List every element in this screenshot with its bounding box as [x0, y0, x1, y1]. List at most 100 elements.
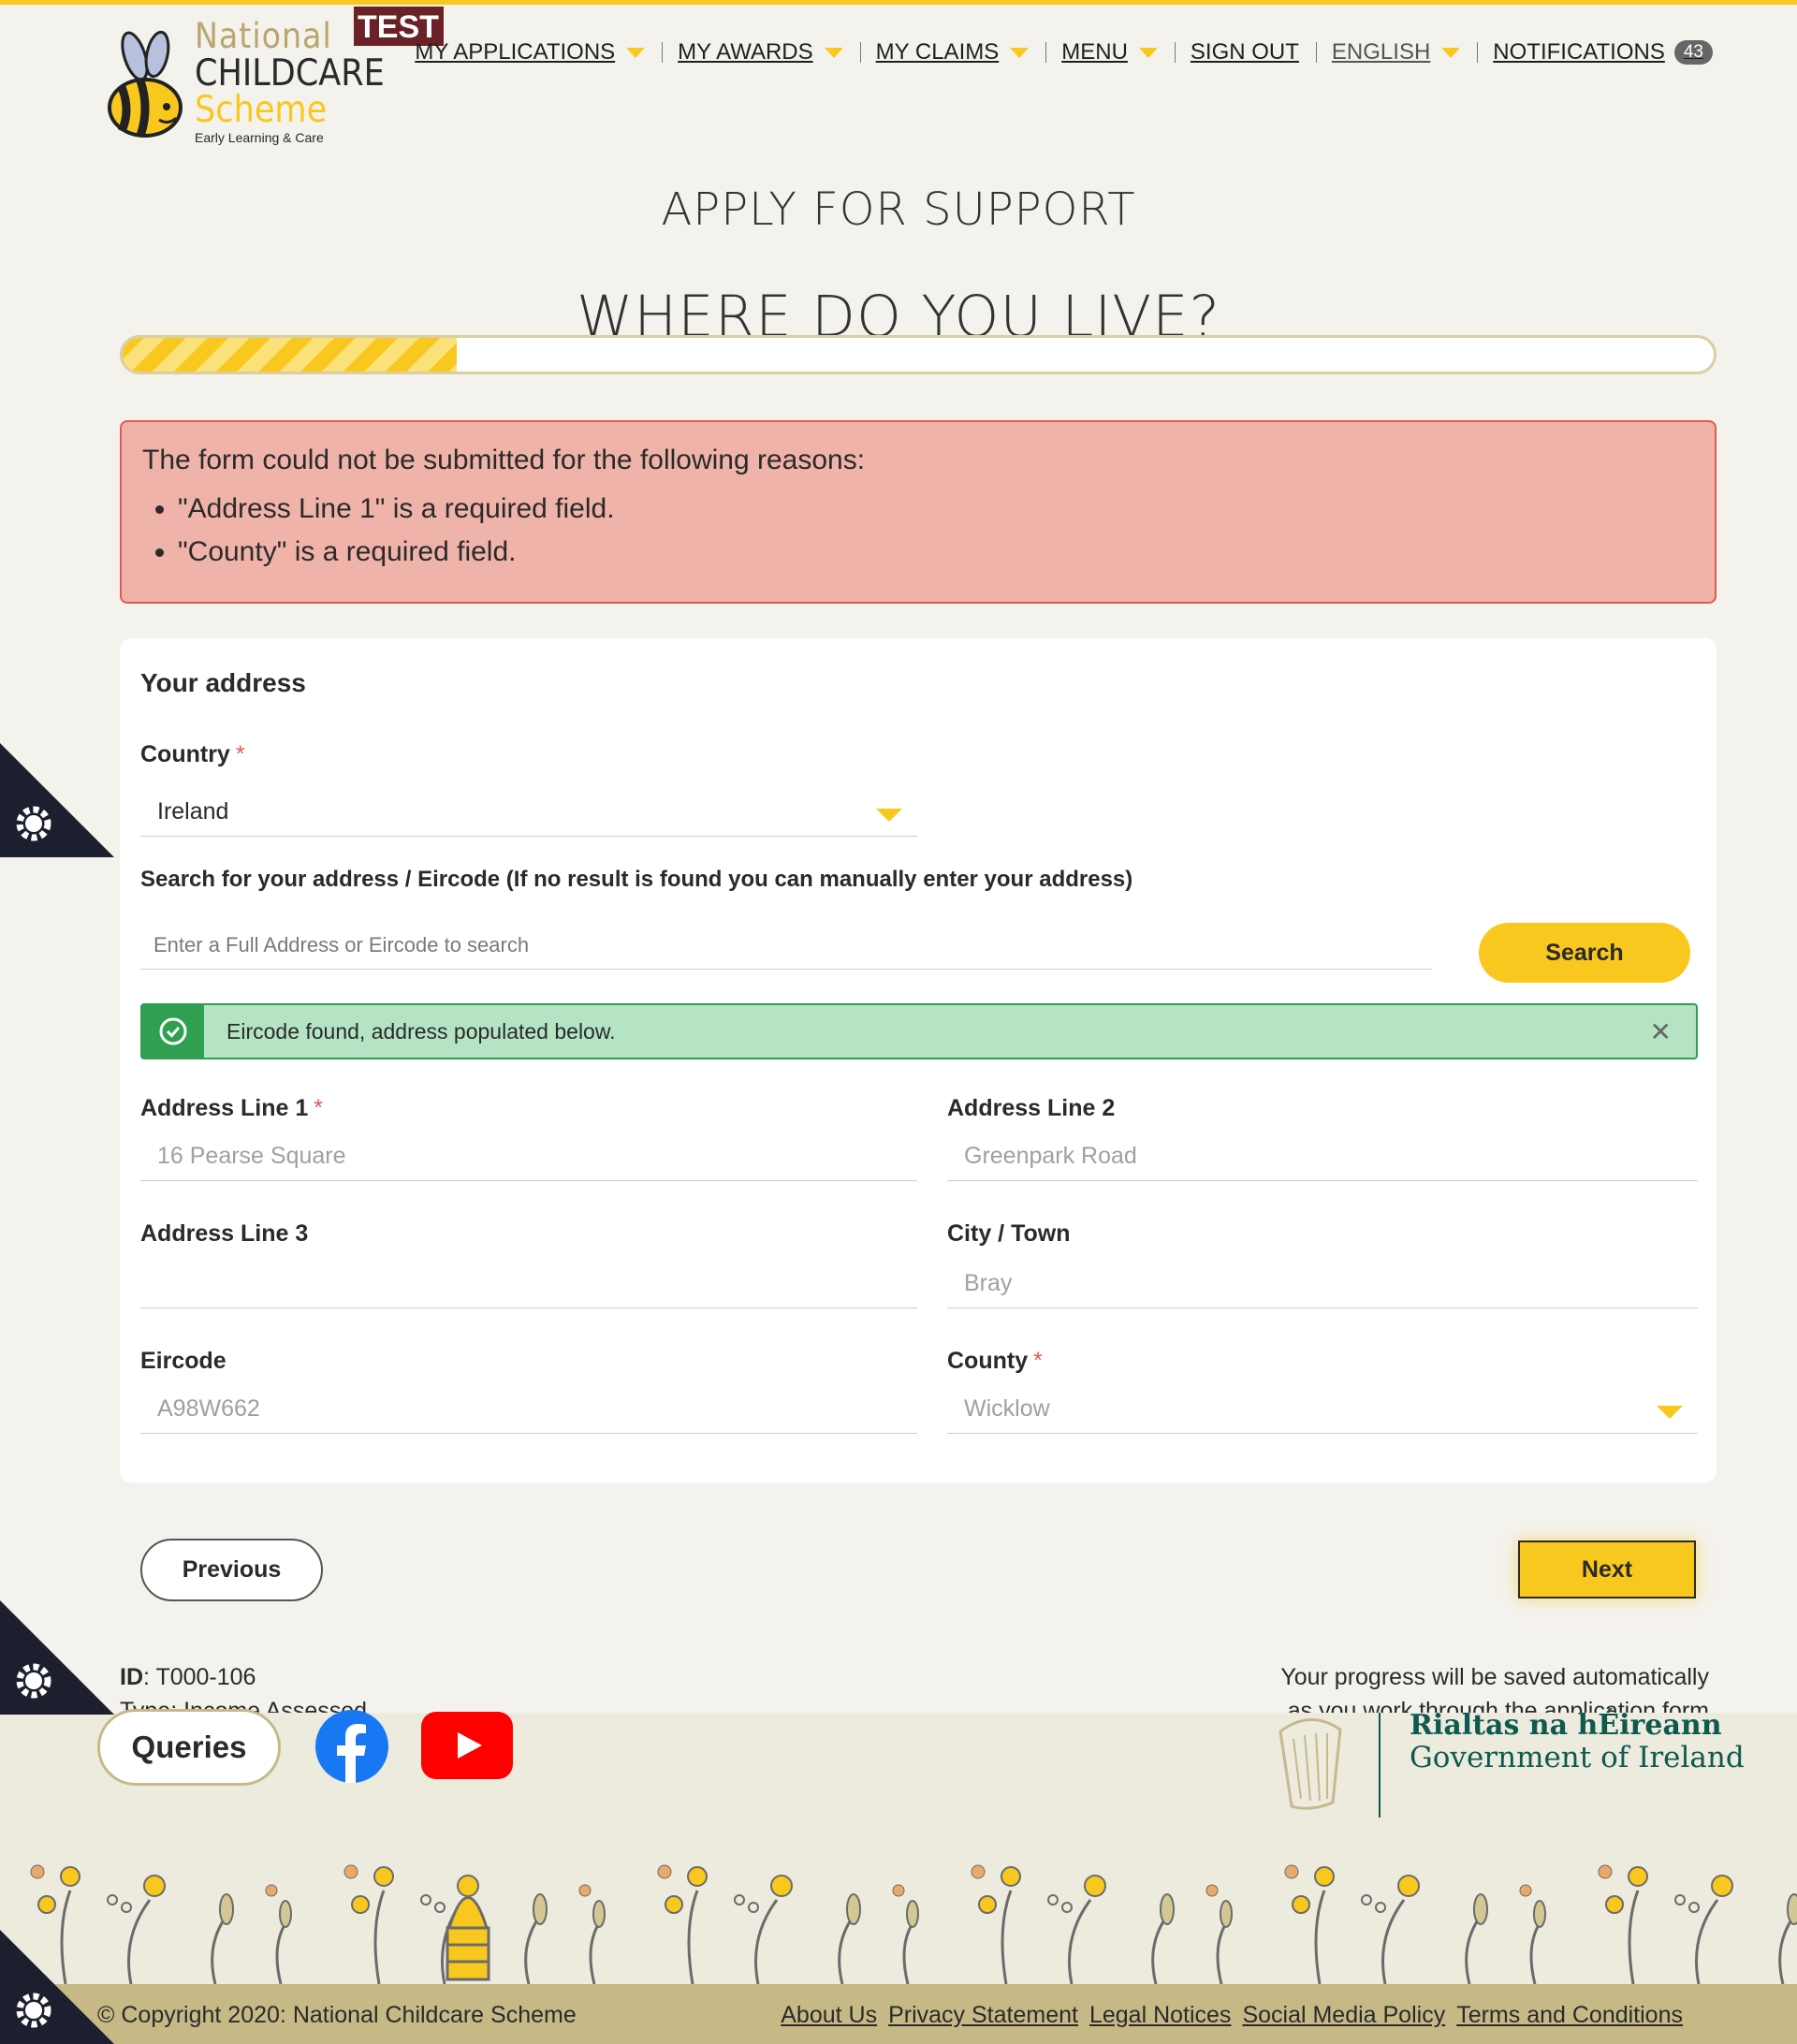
- address-line-2-label: Address Line 2: [947, 1095, 1115, 1122]
- required-marker: *: [1033, 1348, 1043, 1374]
- main-navigation: MY APPLICATIONS MY AWARDS MY CLAIMS MENU…: [415, 39, 1713, 66]
- application-id-value: : T000-106: [143, 1664, 256, 1690]
- error-list: "Address Line 1" is a required field. "C…: [142, 493, 1694, 568]
- accessibility-gear-icon[interactable]: [0, 743, 114, 857]
- address-form-card: Your address Country * Ireland Search for…: [120, 638, 1717, 1482]
- nav-divider: [859, 42, 861, 63]
- success-alert: Eircode found, address populated below. …: [140, 1003, 1698, 1059]
- nav-my-applications[interactable]: MY APPLICATIONS: [415, 39, 646, 66]
- notification-count-badge: 43: [1673, 40, 1713, 65]
- brand-line-scheme: Scheme: [195, 89, 328, 131]
- county-select-value: Wicklow: [964, 1395, 1050, 1422]
- copyright-text: © Copyright 2020: National Childcare Sch…: [97, 2002, 577, 2028]
- footer-link-about-us[interactable]: About Us: [781, 2002, 877, 2029]
- label-text: Country: [140, 741, 230, 767]
- required-marker: *: [314, 1095, 323, 1121]
- queries-button[interactable]: Queries: [97, 1709, 281, 1786]
- previous-button[interactable]: Previous: [140, 1539, 323, 1601]
- nav-divider: [662, 42, 664, 63]
- label-text: Address Line 3: [140, 1220, 309, 1247]
- brand-line-tagline: Early Learning & Care: [195, 130, 324, 145]
- youtube-icon[interactable]: [421, 1712, 513, 1779]
- chevron-down-icon: [1657, 1406, 1683, 1419]
- eircode-input[interactable]: A98W662: [140, 1385, 917, 1434]
- address-line-1-input[interactable]: 16 Pearse Square: [140, 1132, 917, 1181]
- flower-border-illustration: [30, 1864, 1797, 1984]
- check-circle-icon: [142, 1005, 204, 1058]
- address-line-2-input[interactable]: Greenpark Road: [947, 1132, 1698, 1181]
- progress-bar-fill: [123, 338, 457, 372]
- error-summary-title: The form could not be submitted for the …: [142, 445, 866, 475]
- field-value: Bray: [964, 1270, 1013, 1296]
- label-text: City / Town: [947, 1220, 1071, 1247]
- city-town-label: City / Town: [947, 1220, 1070, 1248]
- address-search-input[interactable]: [140, 921, 1432, 970]
- brand-line-childcare: CHILDCARE: [195, 52, 385, 95]
- accessibility-gear-icon[interactable]: [0, 1600, 114, 1715]
- label-text: Address Line 1: [140, 1095, 309, 1121]
- chevron-down-icon: [1441, 47, 1461, 58]
- section-title: Your address: [140, 668, 306, 697]
- success-message: Eircode found, address populated below.: [226, 1018, 616, 1044]
- footer-link-legal-notices[interactable]: Legal Notices: [1089, 2002, 1231, 2029]
- nav-language-select[interactable]: ENGLISH: [1331, 39, 1461, 66]
- label-text: County: [947, 1348, 1029, 1374]
- error-summary: The form could not be submitted for the …: [120, 420, 1717, 604]
- application-id: ID: T000-106: [120, 1660, 367, 1694]
- nav-sign-out[interactable]: SIGN OUT: [1191, 39, 1299, 66]
- label-text: Eircode: [140, 1348, 226, 1374]
- address-line-3-label: Address Line 3: [140, 1220, 308, 1248]
- chevron-down-icon: [1010, 47, 1030, 58]
- address-line-3-input[interactable]: [140, 1260, 917, 1308]
- nav-notifications[interactable]: NOTIFICATIONS 43: [1493, 39, 1713, 66]
- county-select[interactable]: Wicklow: [947, 1385, 1698, 1434]
- nav-label: SIGN OUT: [1190, 39, 1299, 65]
- country-select-value: Ireland: [157, 798, 229, 825]
- nav-divider: [1477, 42, 1479, 63]
- label-text: Address Line 2: [947, 1095, 1116, 1121]
- nav-my-awards[interactable]: MY AWARDS: [678, 39, 843, 66]
- bee-logo-icon[interactable]: [94, 17, 197, 143]
- accessibility-gear-icon[interactable]: [0, 1930, 114, 2044]
- chevron-down-icon: [876, 809, 902, 822]
- nav-divider: [1174, 42, 1176, 63]
- footer-bottom-bar: © Copyright 2020: National Childcare Sch…: [0, 1984, 1797, 2044]
- chevron-down-icon: [626, 47, 646, 58]
- nav-label: NOTIFICATIONS: [1493, 39, 1665, 65]
- field-value: Greenpark Road: [964, 1143, 1137, 1169]
- nav-label: MY CLAIMS: [875, 39, 1000, 65]
- address-line-1-label: Address Line 1 *: [140, 1095, 323, 1122]
- chevron-down-icon: [1138, 47, 1158, 58]
- required-marker: *: [235, 741, 245, 767]
- close-icon[interactable]: ✕: [1650, 1016, 1672, 1047]
- application-progress-bar: [120, 335, 1717, 374]
- government-name-english: Government of Ireland: [1410, 1741, 1745, 1774]
- nav-divider: [1315, 42, 1317, 63]
- nav-label: ENGLISH: [1331, 39, 1431, 65]
- county-label: County *: [947, 1348, 1043, 1375]
- chevron-down-icon: [824, 47, 843, 58]
- application-id-label: ID: [120, 1664, 143, 1690]
- government-name-irish: Rialtas na hÉireann: [1410, 1709, 1722, 1742]
- nav-divider: [1045, 42, 1047, 63]
- nav-label: MY APPLICATIONS: [415, 39, 616, 65]
- city-town-input[interactable]: Bray: [947, 1260, 1698, 1308]
- nav-label: MY AWARDS: [678, 39, 813, 65]
- top-accent-line: [0, 0, 1797, 5]
- country-select[interactable]: Ireland: [140, 788, 917, 837]
- nav-my-claims[interactable]: MY CLAIMS: [876, 39, 1030, 66]
- eircode-label: Eircode: [140, 1348, 226, 1375]
- page-title: APPLY FOR SUPPORT: [661, 183, 1136, 237]
- nav-menu[interactable]: MENU: [1061, 39, 1158, 66]
- facebook-icon[interactable]: [314, 1709, 389, 1784]
- field-value: 16 Pearse Square: [157, 1143, 346, 1169]
- field-value: A98W662: [157, 1395, 260, 1422]
- search-button[interactable]: Search: [1479, 923, 1690, 983]
- error-item: "County" is a required field.: [178, 536, 1694, 568]
- footer-link-social-media-policy[interactable]: Social Media Policy: [1242, 2002, 1445, 2029]
- next-button[interactable]: Next: [1518, 1540, 1696, 1599]
- error-item: "Address Line 1" is a required field.: [178, 493, 1694, 525]
- footer-link-terms-and-conditions[interactable]: Terms and Conditions: [1456, 2002, 1683, 2029]
- footer-link-privacy-statement[interactable]: Privacy Statement: [888, 2002, 1078, 2029]
- nav-label: MENU: [1061, 39, 1128, 65]
